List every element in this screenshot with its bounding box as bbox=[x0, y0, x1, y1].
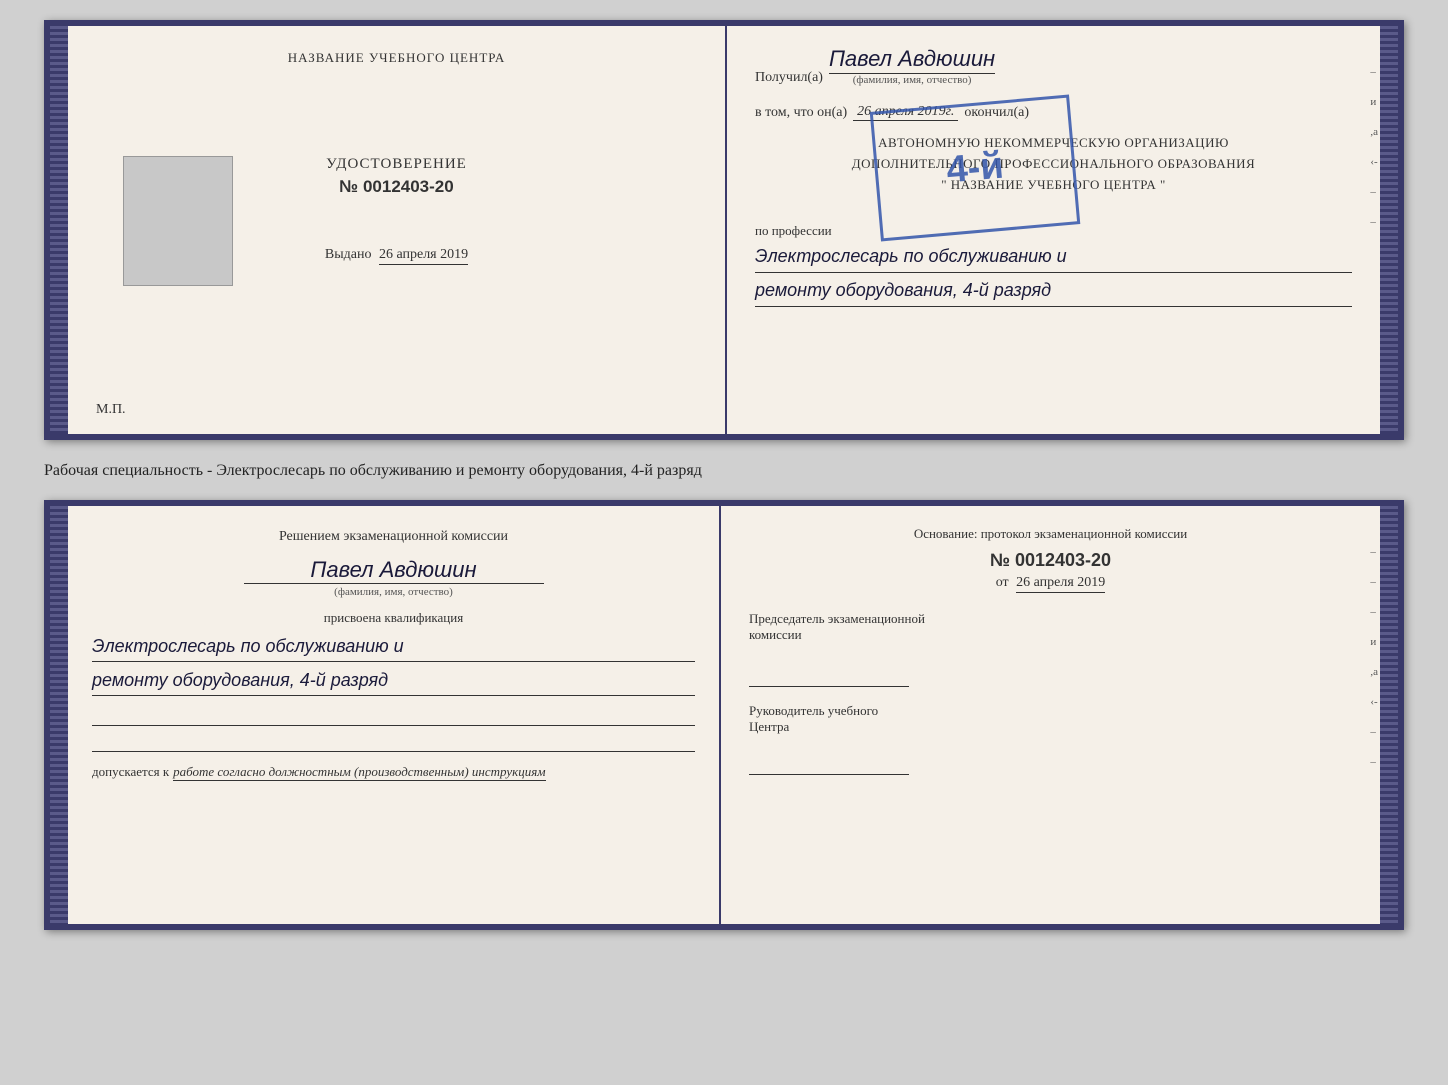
cert-label: УДОСТОВЕРЕНИЕ bbox=[326, 156, 467, 173]
blank-line-2 bbox=[92, 730, 695, 752]
recipient-line: Получил(а) Павел Авдюшин (фамилия, имя, … bbox=[755, 46, 1352, 86]
director-line2: Центра bbox=[749, 719, 789, 734]
chairman-label: Председатель экзаменационной комиссии bbox=[749, 611, 1352, 643]
edge-mark-4: ‹- bbox=[1370, 156, 1378, 168]
edge-mark-b2: – bbox=[1370, 576, 1378, 588]
edge-mark-1: – bbox=[1370, 66, 1378, 78]
profession-value-line1: Электрослесарь по обслуживанию и bbox=[755, 243, 1352, 273]
director-label: Руководитель учебного Центра bbox=[749, 703, 1352, 735]
допускается-prefix: допускается к bbox=[92, 764, 169, 780]
bottom-left-page: Решением экзаменационной комиссии Павел … bbox=[68, 506, 721, 924]
edge-mark-6: – bbox=[1370, 216, 1378, 228]
recipient-name: Павел Авдюшин bbox=[829, 46, 995, 74]
spine-left-bottom bbox=[50, 506, 68, 924]
chairman-line1: Председатель экзаменационной bbox=[749, 611, 925, 626]
protocol-date: от 26 апреля 2019 bbox=[749, 575, 1352, 591]
cert-number: № 0012403-20 bbox=[339, 177, 453, 197]
protocol-number: № 0012403-20 bbox=[749, 550, 1352, 571]
issued-prefix: Выдано bbox=[325, 247, 372, 262]
edge-mark-5: – bbox=[1370, 186, 1378, 198]
mp-label: М.П. bbox=[96, 402, 126, 418]
middle-label: Рабочая специальность - Электрослесарь п… bbox=[44, 458, 1404, 482]
director-sign-line bbox=[749, 755, 909, 775]
qualification-value-line2: ремонту оборудования, 4-й разряд bbox=[92, 666, 695, 696]
qualification-label: присвоена квалификация bbox=[92, 610, 695, 626]
stamp-number: 4-й bbox=[945, 147, 1005, 190]
recipient-prefix: Получил(а) bbox=[755, 70, 823, 86]
photo-placeholder bbox=[123, 156, 233, 286]
edge-mark-b6: ‹- bbox=[1370, 696, 1378, 708]
recipient-sublabel: (фамилия, имя, отчество) bbox=[829, 74, 995, 86]
right-edge-marks: – и ,а ‹- – – bbox=[1370, 66, 1380, 228]
edge-mark-b3: – bbox=[1370, 606, 1378, 618]
training-center-title: НАЗВАНИЕ УЧЕБНОГО ЦЕНТРА bbox=[288, 50, 505, 66]
page-right-top: Получил(а) Павел Авдюшин (фамилия, имя, … bbox=[727, 26, 1380, 434]
qualification-value-line1: Электрослесарь по обслуживанию и bbox=[92, 632, 695, 662]
spine-right-top bbox=[1380, 26, 1398, 434]
edge-mark-3: ,а bbox=[1370, 126, 1378, 138]
допускается-line: допускается к работе согласно должностны… bbox=[92, 764, 695, 781]
protocol-date-value: 26 апреля 2019 bbox=[1016, 575, 1105, 593]
fio-sub: (фамилия, имя, отчество) bbox=[92, 586, 695, 598]
spine-left bbox=[50, 26, 68, 434]
decision-title: Решением экзаменационной комиссии bbox=[92, 526, 695, 547]
edge-mark-b5: ,а bbox=[1370, 666, 1378, 678]
bottom-right-page: Основание: протокол экзаменационной коми… bbox=[721, 506, 1380, 924]
in-that-prefix: в том, что он(а) bbox=[755, 105, 847, 121]
stamp-overlay: 4-й bbox=[870, 95, 1081, 242]
profession-value-line2: ремонту оборудования, 4-й разряд bbox=[755, 277, 1352, 307]
issued-date: 26 апреля 2019 bbox=[379, 247, 468, 265]
допускается-value: работе согласно должностным (производств… bbox=[173, 764, 545, 781]
document-bottom: Решением экзаменационной комиссии Павел … bbox=[44, 500, 1404, 930]
chairman-line2: комиссии bbox=[749, 627, 802, 642]
edge-mark-b7: – bbox=[1370, 726, 1378, 738]
chairman-sign-line bbox=[749, 667, 909, 687]
right-edge-marks-bottom: – – – и ,а ‹- – – bbox=[1370, 546, 1380, 768]
spine-right-bottom bbox=[1380, 506, 1398, 924]
osnov-label: Основание: протокол экзаменационной коми… bbox=[749, 526, 1352, 542]
org-stamp-area: АВТОНОМНУЮ НЕКОММЕРЧЕСКУЮ ОРГАНИЗАЦИЮ ДО… bbox=[755, 133, 1352, 195]
edge-mark-b4: и bbox=[1370, 636, 1378, 648]
edge-mark-2: и bbox=[1370, 96, 1378, 108]
edge-mark-b1: – bbox=[1370, 546, 1378, 558]
edge-mark-b8: – bbox=[1370, 756, 1378, 768]
blank-line-1 bbox=[92, 704, 695, 726]
protocol-date-prefix: от bbox=[996, 575, 1009, 590]
person-name-large: Павел Авдюшин bbox=[244, 557, 544, 584]
issued-line: Выдано 26 апреля 2019 bbox=[325, 247, 468, 263]
document-top: НАЗВАНИЕ УЧЕБНОГО ЦЕНТРА УДОСТОВЕРЕНИЕ №… bbox=[44, 20, 1404, 440]
director-line1: Руководитель учебного bbox=[749, 703, 878, 718]
page-left-top: НАЗВАНИЕ УЧЕБНОГО ЦЕНТРА УДОСТОВЕРЕНИЕ №… bbox=[68, 26, 727, 434]
blank-lines bbox=[92, 704, 695, 752]
